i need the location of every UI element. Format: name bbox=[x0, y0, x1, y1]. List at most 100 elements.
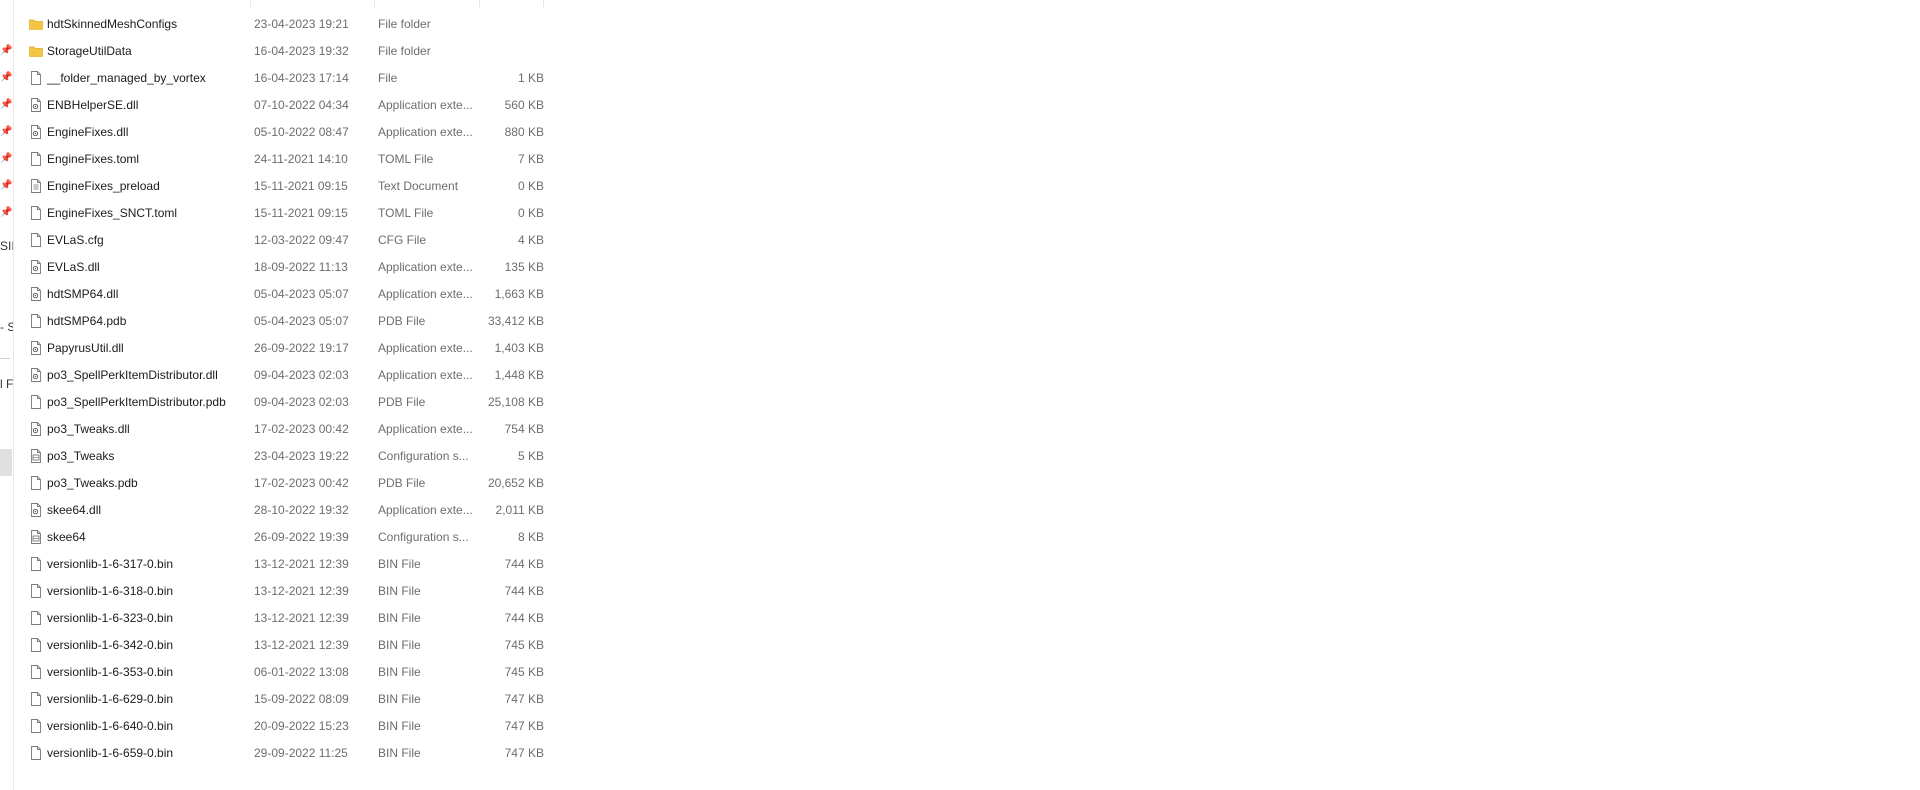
file-name: EVLaS.cfg bbox=[47, 233, 104, 247]
dll-icon bbox=[29, 341, 43, 355]
date-modified: 26-09-2022 19:17 bbox=[254, 341, 349, 355]
file-row[interactable]: skee64 26-09-2022 19:39 Configuration s...… bbox=[14, 524, 544, 551]
navigation-pane[interactable]: 📌 📌 📌 📌 📌 📌 📌 SII - S l F bbox=[0, 0, 14, 790]
file-size: 20,652 KB bbox=[487, 476, 544, 490]
date-modified: 17-02-2023 00:42 bbox=[254, 422, 349, 436]
file-row[interactable]: versionlib-1-6-353-0.bin 06-01-2022 13:08… bbox=[14, 659, 544, 686]
file-name: versionlib-1-6-640-0.bin bbox=[47, 719, 174, 733]
date-modified: 20-09-2022 15:23 bbox=[254, 719, 349, 733]
file-row[interactable]: EngineFixes_SNCT.toml 15-11-2021 09:15 TOM… bbox=[14, 200, 544, 227]
file-name: ENBHelperSE.dll bbox=[47, 98, 139, 112]
dll-icon bbox=[29, 125, 43, 139]
file-row[interactable]: versionlib-1-6-342-0.bin 13-12-2021 12:39… bbox=[14, 632, 544, 659]
pin-icon[interactable]: 📌 bbox=[0, 45, 12, 57]
date-modified: 06-01-2022 13:08 bbox=[254, 665, 349, 679]
file-list[interactable]: hdtSkinnedMeshConfigs 23-04-2023 19:21 Fil… bbox=[14, 0, 544, 790]
file-row[interactable]: po3_Tweaks.pdb 17-02-2023 00:42 PDB File 20… bbox=[14, 470, 544, 497]
file-row[interactable]: po3_Tweaks.dll 17-02-2023 00:42 Applicatio… bbox=[14, 416, 544, 443]
file-row[interactable]: versionlib-1-6-640-0.bin 20-09-2022 15:23… bbox=[14, 713, 544, 740]
file-row[interactable]: EngineFixes.toml 24-11-2021 14:10 TOML Fil… bbox=[14, 146, 544, 173]
file-name: po3_Tweaks.pdb bbox=[47, 476, 138, 490]
date-modified: 15-09-2022 08:09 bbox=[254, 692, 349, 706]
date-modified: 13-12-2021 12:39 bbox=[254, 557, 349, 571]
pin-icon[interactable]: 📌 bbox=[0, 180, 12, 192]
date-modified: 13-12-2021 12:39 bbox=[254, 638, 349, 652]
file-row[interactable]: skee64.dll 28-10-2022 19:32 Application ex… bbox=[14, 497, 544, 524]
file-size: 747 KB bbox=[504, 692, 544, 706]
file-name: po3_Tweaks.dll bbox=[47, 422, 130, 436]
file-row[interactable]: EVLaS.dll 18-09-2022 11:13 Application ext… bbox=[14, 254, 544, 281]
file-icon bbox=[29, 746, 43, 760]
file-size: 880 KB bbox=[504, 125, 544, 139]
file-row[interactable]: __folder_managed_by_vortex 16-04-2023 17:… bbox=[14, 65, 544, 92]
date-modified: 23-04-2023 19:22 bbox=[254, 449, 349, 463]
file-type: CFG File bbox=[378, 233, 426, 247]
file-row[interactable]: versionlib-1-6-317-0.bin 13-12-2021 12:39… bbox=[14, 551, 544, 578]
file-row[interactable]: EVLaS.cfg 12-03-2022 09:47 CFG File 4 KB bbox=[14, 227, 544, 254]
file-row[interactable]: po3_SpellPerkItemDistributor.pdb 09-04-20… bbox=[14, 389, 544, 416]
column-divider[interactable] bbox=[374, 0, 375, 7]
file-size: 1,663 KB bbox=[494, 287, 544, 301]
file-icon bbox=[29, 557, 43, 571]
dll-icon bbox=[29, 422, 43, 436]
file-icon bbox=[29, 395, 43, 409]
file-size: 560 KB bbox=[504, 98, 544, 112]
nav-item-fragment[interactable]: l F bbox=[0, 377, 13, 391]
pin-icon[interactable]: 📌 bbox=[0, 153, 12, 165]
file-row[interactable]: po3_Tweaks 23-04-2023 19:22 Configuration … bbox=[14, 443, 544, 470]
file-row[interactable]: versionlib-1-6-629-0.bin 15-09-2022 08:09… bbox=[14, 686, 544, 713]
file-type: BIN File bbox=[378, 746, 421, 760]
file-type: Application exte... bbox=[378, 98, 473, 112]
file-name: PapyrusUtil.dll bbox=[47, 341, 124, 355]
file-name: EngineFixes.dll bbox=[47, 125, 129, 139]
nav-item-fragment[interactable]: SII bbox=[0, 239, 13, 253]
file-size: 33,412 KB bbox=[487, 314, 544, 328]
file-icon bbox=[29, 665, 43, 679]
nav-item-fragment[interactable]: - S bbox=[0, 320, 13, 334]
file-row[interactable]: PapyrusUtil.dll 26-09-2022 19:17 Applicati… bbox=[14, 335, 544, 362]
file-size: 2,011 KB bbox=[495, 503, 544, 517]
column-divider[interactable] bbox=[543, 0, 544, 7]
file-row[interactable]: versionlib-1-6-659-0.bin 29-09-2022 11:25… bbox=[14, 740, 544, 767]
file-name: skee64.dll bbox=[47, 503, 102, 517]
file-row[interactable]: versionlib-1-6-323-0.bin 13-12-2021 12:39… bbox=[14, 605, 544, 632]
text-file-icon bbox=[29, 179, 43, 193]
nav-selected-item[interactable] bbox=[0, 449, 12, 476]
file-type: PDB File bbox=[378, 314, 426, 328]
file-name: StorageUtilData bbox=[47, 44, 132, 58]
file-type: BIN File bbox=[378, 584, 421, 598]
file-row[interactable]: StorageUtilData 16-04-2023 19:32 File fold… bbox=[14, 38, 544, 65]
dll-icon bbox=[29, 260, 43, 274]
file-row[interactable]: hdtSMP64.pdb 05-04-2023 05:07 PDB File 33,4… bbox=[14, 308, 544, 335]
column-divider[interactable] bbox=[250, 0, 251, 7]
file-icon bbox=[29, 233, 43, 247]
date-modified: 15-11-2021 09:15 bbox=[254, 179, 348, 193]
file-name: po3_SpellPerkItemDistributor.dll bbox=[47, 368, 218, 382]
date-modified: 16-04-2023 17:14 bbox=[254, 71, 349, 85]
pin-icon[interactable]: 📌 bbox=[0, 207, 12, 219]
file-name: EVLaS.dll bbox=[47, 260, 100, 274]
file-row[interactable]: po3_SpellPerkItemDistributor.dll 09-04-20… bbox=[14, 362, 544, 389]
file-type: BIN File bbox=[378, 638, 421, 652]
date-modified: 15-11-2021 09:15 bbox=[254, 206, 348, 220]
file-row[interactable]: hdtSMP64.dll 05-04-2023 05:07 Application … bbox=[14, 281, 544, 308]
column-divider[interactable] bbox=[479, 0, 480, 7]
date-modified: 05-10-2022 08:47 bbox=[254, 125, 349, 139]
file-row[interactable]: ENBHelperSE.dll 07-10-2022 04:34 Applicati… bbox=[14, 92, 544, 119]
date-modified: 26-09-2022 19:39 bbox=[254, 530, 349, 544]
file-row[interactable]: hdtSkinnedMeshConfigs 23-04-2023 19:21 Fil… bbox=[14, 11, 544, 38]
file-row[interactable]: EngineFixes_preload 15-11-2021 09:15 Text … bbox=[14, 173, 544, 200]
file-name: hdtSMP64.dll bbox=[47, 287, 119, 301]
file-type: Application exte... bbox=[378, 503, 473, 517]
file-row[interactable]: EngineFixes.dll 05-10-2022 08:47 Applicati… bbox=[14, 119, 544, 146]
file-name: hdtSMP64.pdb bbox=[47, 314, 127, 328]
pin-icon[interactable]: 📌 bbox=[0, 72, 12, 84]
date-modified: 13-12-2021 12:39 bbox=[254, 584, 349, 598]
file-name: versionlib-1-6-323-0.bin bbox=[47, 611, 174, 625]
file-name: EngineFixes_preload bbox=[47, 179, 160, 193]
folder-icon bbox=[29, 17, 43, 31]
pin-icon[interactable]: 📌 bbox=[0, 99, 12, 111]
date-modified: 29-09-2022 11:25 bbox=[254, 746, 348, 760]
pin-icon[interactable]: 📌 bbox=[0, 126, 12, 138]
file-row[interactable]: versionlib-1-6-318-0.bin 13-12-2021 12:39… bbox=[14, 578, 544, 605]
